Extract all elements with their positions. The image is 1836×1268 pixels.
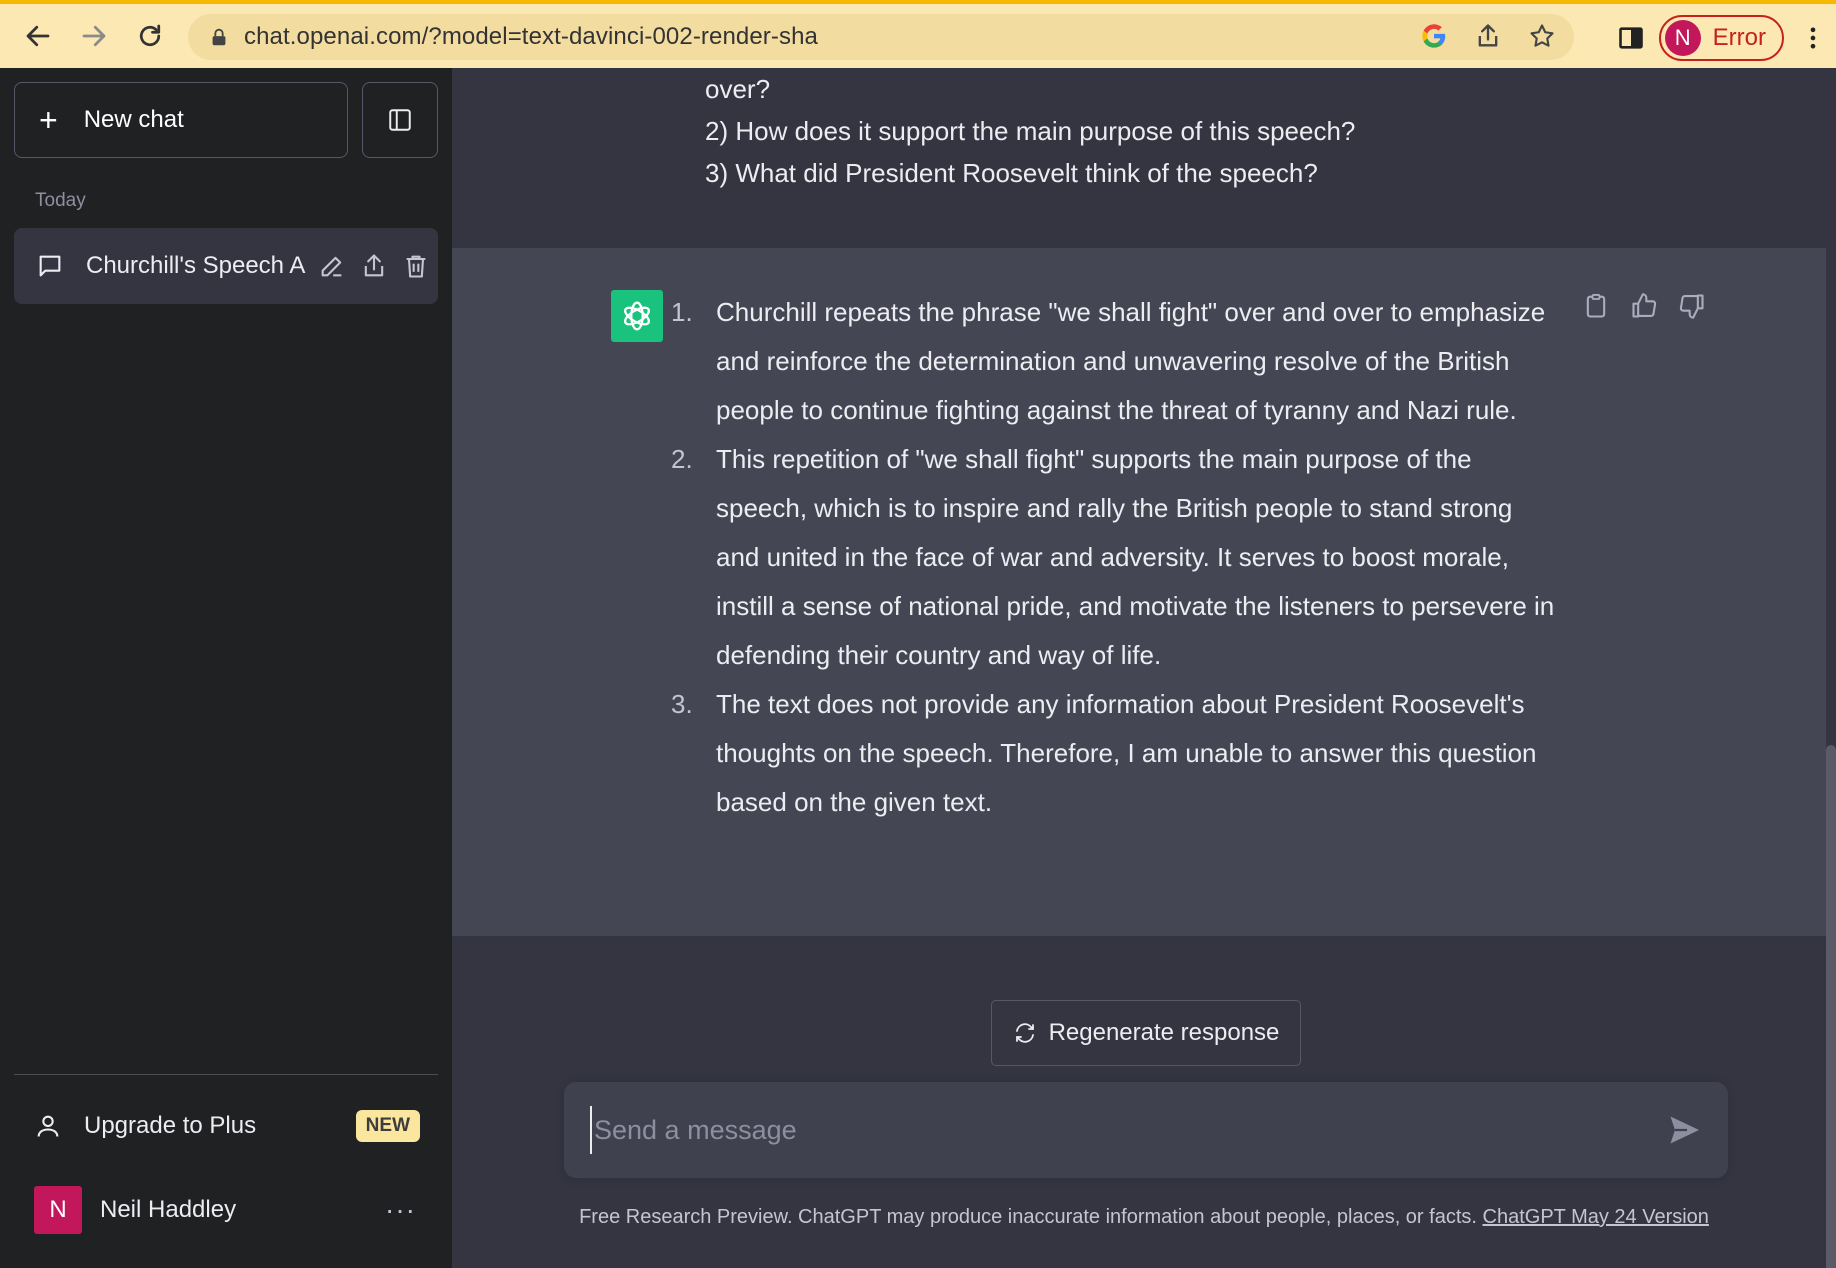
- scrollbar[interactable]: [1826, 745, 1836, 1268]
- answer-text: Churchill repeats the phrase "we shall f…: [716, 297, 1546, 425]
- chrome-menu-button[interactable]: [1790, 15, 1836, 61]
- new-chat-button[interactable]: + New chat: [14, 82, 348, 158]
- more-icon[interactable]: ···: [385, 1194, 416, 1226]
- side-panel-icon[interactable]: [1617, 24, 1645, 52]
- assistant-message: 1. Churchill repeats the phrase "we shal…: [452, 248, 1826, 936]
- user-message-line: 3) What did President Roosevelt think of…: [705, 158, 1318, 188]
- reload-button[interactable]: [122, 8, 178, 64]
- thumbs-up-icon[interactable]: [1630, 292, 1658, 320]
- chat-history-item[interactable]: Churchill's Speech A: [14, 228, 438, 304]
- user-name: Neil Haddley: [100, 1196, 237, 1223]
- list-number: 1.: [671, 297, 693, 327]
- profile-avatar: N: [1664, 20, 1701, 56]
- upgrade-label: Upgrade to Plus: [84, 1112, 257, 1139]
- footer-note: Free Research Preview. ChatGPT may produ…: [452, 1206, 1836, 1229]
- forward-button[interactable]: [66, 8, 122, 64]
- list-item: 3. The text does not provide any informa…: [671, 680, 1558, 827]
- edit-icon[interactable]: [318, 252, 346, 280]
- user-message-line: 2) How does it support the main purpose …: [705, 116, 1356, 146]
- regenerate-label: Regenerate response: [1048, 1019, 1280, 1046]
- toggle-sidebar-button[interactable]: [362, 82, 438, 158]
- user-icon: [37, 1115, 59, 1137]
- send-icon[interactable]: [1666, 1112, 1702, 1148]
- answer-text: The text does not provide any informatio…: [716, 689, 1537, 817]
- trash-icon[interactable]: [402, 252, 430, 280]
- section-label-today: Today: [35, 190, 86, 211]
- new-chat-label: New chat: [83, 106, 184, 133]
- profile-button[interactable]: N Error: [1658, 15, 1784, 61]
- url-text: chat.openai.com/?model=text-davinci-002-…: [244, 23, 818, 50]
- profile-status: Error: [1712, 24, 1766, 51]
- thumbs-down-icon[interactable]: [1678, 292, 1706, 320]
- list-number: 2.: [671, 444, 693, 474]
- chatgpt-logo-icon: [611, 290, 663, 342]
- user-message-line: over?: [705, 74, 771, 104]
- message-composer: [564, 1082, 1728, 1178]
- lock-icon: [212, 28, 226, 46]
- browser-toolbar: chat.openai.com/?model=text-davinci-002-…: [0, 0, 1836, 68]
- clipboard-icon[interactable]: [1582, 292, 1610, 320]
- main-conversation: over? 2) How does it support the main pu…: [452, 68, 1836, 1268]
- reload-icon: [139, 24, 161, 47]
- regenerate-button[interactable]: Regenerate response: [991, 1000, 1301, 1066]
- message-actions: [1582, 292, 1706, 320]
- chat-bubble-icon: [39, 255, 61, 277]
- user-message: over? 2) How does it support the main pu…: [705, 68, 1605, 194]
- list-item: 1. Churchill repeats the phrase "we shal…: [671, 288, 1558, 435]
- upgrade-to-plus-button[interactable]: Upgrade to Plus NEW: [14, 1088, 438, 1164]
- back-button[interactable]: [10, 8, 66, 64]
- share-chat-icon[interactable]: [360, 252, 388, 280]
- plus-icon: +: [39, 101, 58, 138]
- refresh-icon: [1015, 1023, 1034, 1043]
- chat-title: Churchill's Speech A: [86, 252, 306, 279]
- sidebar: + New chat Today Churchill's Speech A Up…: [0, 68, 452, 1268]
- footer-text: Free Research Preview. ChatGPT may produ…: [579, 1206, 1477, 1228]
- sidebar-toggle-icon: [389, 109, 411, 131]
- arrow-left-icon: [26, 25, 50, 47]
- answer-list: 1. Churchill repeats the phrase "we shal…: [671, 288, 1558, 827]
- kebab-menu-icon: [1810, 27, 1816, 49]
- star-icon[interactable]: [1528, 22, 1556, 50]
- answer-text: This repetition of "we shall fight" supp…: [716, 444, 1555, 670]
- arrow-right-icon: [82, 25, 106, 47]
- new-badge: NEW: [355, 1110, 420, 1142]
- google-icon[interactable]: [1420, 22, 1448, 50]
- avatar: N: [34, 1186, 82, 1234]
- version-link[interactable]: ChatGPT May 24 Version: [1483, 1206, 1709, 1228]
- sidebar-divider: [14, 1074, 438, 1075]
- share-icon[interactable]: [1474, 22, 1502, 50]
- list-number: 3.: [671, 689, 693, 719]
- address-bar[interactable]: chat.openai.com/?model=text-davinci-002-…: [188, 14, 1574, 60]
- user-menu-button[interactable]: N Neil Haddley ···: [14, 1172, 438, 1248]
- list-item: 2. This repetition of "we shall fight" s…: [671, 435, 1558, 680]
- message-input[interactable]: [590, 1106, 1630, 1154]
